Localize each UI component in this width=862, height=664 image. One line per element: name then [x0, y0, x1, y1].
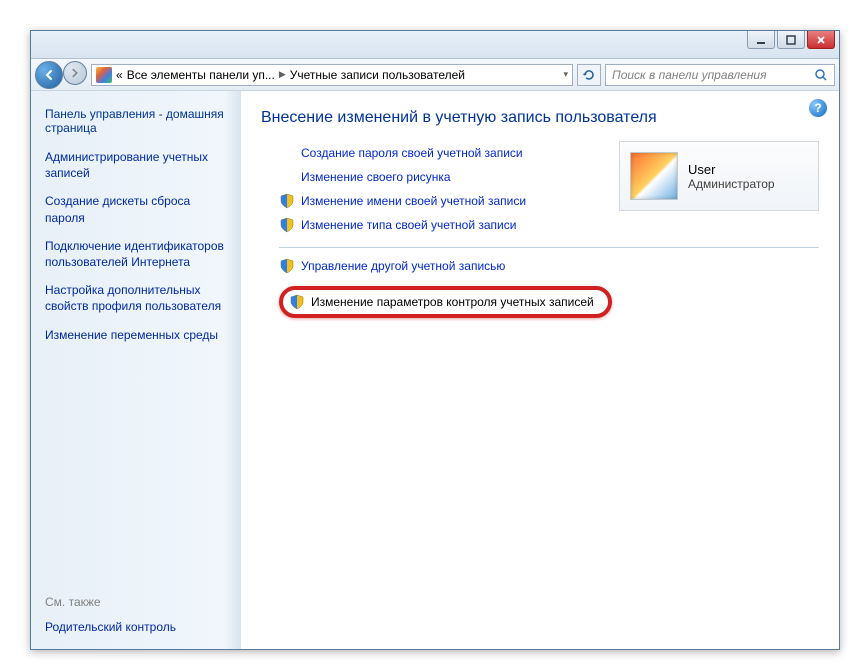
breadcrumb-user-accounts[interactable]: Учетные записи пользователей [290, 68, 465, 82]
task-change-type: Изменение типа своей учетной записи [279, 217, 819, 233]
sidebar-link-online-ids[interactable]: Подключение идентификаторов пользователе… [45, 238, 227, 270]
close-button[interactable] [807, 31, 835, 49]
content-area: ? Внесение изменений в учетную запись по… [241, 91, 839, 649]
sidebar-link-manage-accounts[interactable]: Администрирование учетных записей [45, 149, 227, 181]
breadcrumb-prefix: « [116, 68, 123, 82]
breadcrumb-all-items[interactable]: Все элементы панели уп... [127, 68, 275, 82]
shield-icon [279, 258, 295, 274]
window-controls [747, 31, 835, 49]
back-button[interactable] [35, 61, 63, 89]
search-icon [814, 68, 828, 82]
shield-icon [289, 294, 305, 310]
minimize-button[interactable] [747, 31, 775, 49]
task-link-change-name[interactable]: Изменение имени своей учетной записи [301, 194, 526, 208]
user-info: User Администратор [688, 162, 775, 191]
task-link-change-uac[interactable]: Изменение параметров контроля учетных за… [311, 295, 594, 309]
task-link-change-type[interactable]: Изменение типа своей учетной записи [301, 218, 516, 232]
sidebar-link-advanced-profile[interactable]: Настройка дополнительных свойств профиля… [45, 282, 227, 314]
control-panel-icon [96, 67, 112, 83]
navigation-bar: « Все элементы панели уп... ▶ Учетные за… [31, 59, 839, 91]
task-link-manage-other[interactable]: Управление другой учетной записью [301, 259, 505, 273]
user-info-box: User Администратор [619, 141, 819, 211]
control-panel-window: « Все элементы панели уп... ▶ Учетные за… [30, 30, 840, 650]
arrow-right-icon [69, 67, 81, 79]
sidebar-link-env-vars[interactable]: Изменение переменных среды [45, 327, 227, 343]
breadcrumb-dropdown-icon[interactable]: ▾ [563, 69, 568, 80]
refresh-icon [582, 68, 596, 82]
highlighted-task: Изменение параметров контроля учетных за… [279, 286, 612, 318]
user-role: Администратор [688, 177, 775, 191]
sidebar: Панель управления - домашняя страница Ад… [31, 91, 241, 649]
task-link-create-password[interactable]: Создание пароля своей учетной записи [301, 146, 523, 160]
task-manage-other: Управление другой учетной записью [279, 258, 819, 274]
task-link-change-picture[interactable]: Изменение своего рисунка [301, 170, 451, 184]
see-also-label: См. также [45, 595, 227, 609]
shield-icon [279, 217, 295, 233]
sidebar-link-password-reset-disk[interactable]: Создание дискеты сброса пароля [45, 193, 227, 225]
forward-button[interactable] [63, 61, 87, 85]
maximize-button[interactable] [777, 31, 805, 49]
titlebar [31, 31, 839, 59]
separator [279, 247, 819, 248]
help-icon[interactable]: ? [809, 99, 827, 117]
address-bar[interactable]: « Все элементы панели уп... ▶ Учетные за… [91, 64, 573, 86]
user-avatar [630, 152, 678, 200]
search-placeholder: Поиск в панели управления [612, 68, 767, 82]
sidebar-link-parental-control[interactable]: Родительский контроль [45, 619, 227, 635]
page-heading: Внесение изменений в учетную запись поль… [261, 109, 819, 127]
shield-icon [279, 193, 295, 209]
arrow-left-icon [42, 68, 56, 82]
user-name: User [688, 162, 775, 177]
refresh-button[interactable] [577, 64, 601, 86]
sidebar-home-link[interactable]: Панель управления - домашняя страница [45, 107, 227, 135]
breadcrumb-separator-icon: ▶ [279, 69, 286, 80]
nav-buttons [35, 61, 87, 89]
search-box[interactable]: Поиск в панели управления [605, 64, 835, 86]
